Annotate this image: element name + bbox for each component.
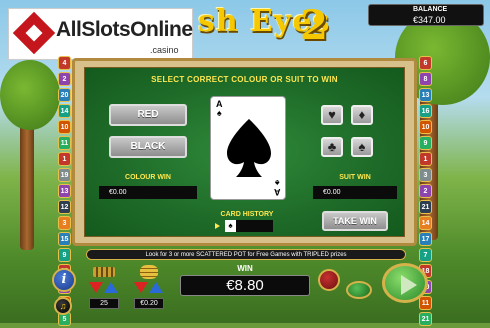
red-button[interactable]: RED [109,104,187,126]
payline-indicator[interactable]: 16 [419,104,432,118]
lines-icon [93,267,115,277]
card-corner-bottom: A ♠ [273,178,281,197]
spades-button[interactable]: ♠ [351,137,373,157]
colour-win-label: COLOUR WIN [125,174,171,181]
playing-card: A ♠ A ♠ [210,96,286,200]
payline-indicator[interactable]: 11 [419,296,432,310]
history-card: ♠ [225,220,236,232]
payline-indicator[interactable]: 2 [58,72,71,86]
payline-indicator[interactable]: 21 [419,200,432,214]
payline-indicator[interactable]: 11 [58,136,71,150]
payline-indicator[interactable]: 3 [58,216,71,230]
payline-indicator[interactable]: 10 [419,120,432,134]
payline-indicator[interactable]: 4 [58,56,71,70]
balance-value: €347.00 [413,15,446,25]
card-suit-small: ♠ [216,108,222,118]
sound-icon: ♫ [59,301,67,311]
payline-indicator[interactable]: 1 [419,152,432,166]
tree-foliage [0,60,60,130]
payline-indicator[interactable]: 6 [419,56,432,70]
gamble-panel: SELECT CORRECT COLOUR OR SUIT TO WIN RED… [72,58,417,246]
payline-indicator[interactable]: 13 [58,184,71,198]
gamble-bag-button[interactable] [318,269,340,291]
scatter-message: Look for 3 or more SCATTERED POT for Fre… [86,249,406,260]
win-label: WIN [237,264,253,273]
spade-icon [227,119,271,177]
payline-indicator[interactable]: 8 [419,72,432,86]
colour-win-value: €0.00 [99,186,197,199]
card-corner-top: A ♠ [216,100,223,118]
logo-name: AllSlotsOnline [56,18,193,41]
take-win-button[interactable]: TAKE WIN [322,211,388,231]
payline-indicator[interactable]: 12 [58,200,71,214]
payline-indicator[interactable]: 21 [419,312,432,326]
gamble-prompt: SELECT CORRECT COLOUR OR SUIT TO WIN [151,75,338,84]
lines-stepper[interactable] [89,282,119,294]
sound-button[interactable]: ♫ [54,297,72,315]
suit-win-value: €0.00 [313,186,397,199]
history-arrow-icon [215,223,220,229]
payline-indicator[interactable]: 14 [58,104,71,118]
payline-indicator[interactable]: 20 [58,88,71,102]
hearts-button[interactable]: ♥ [321,105,343,125]
balance-label: BALANCE [413,6,448,13]
payline-indicator[interactable]: 15 [58,232,71,246]
payline-indicator[interactable]: 3 [419,168,432,182]
payline-indicator[interactable]: 17 [419,232,432,246]
black-button[interactable]: BLACK [109,136,187,158]
card-history-label: CARD HISTORY [220,211,274,218]
spin-button[interactable] [382,263,428,303]
card-suit-small: ♠ [274,178,280,188]
gamble-felt: SELECT CORRECT COLOUR OR SUIT TO WIN RED… [84,67,405,237]
lines-value: 25 [89,298,119,309]
balance-box: BALANCE €347.00 [368,4,484,26]
game-title-number: 2 [300,2,328,49]
logo-sub: .casino [150,45,179,55]
coin-value: €0.20 [134,298,164,309]
payline-indicator[interactable]: 19 [58,168,71,182]
payline-indicator[interactable]: 13 [419,88,432,102]
play-icon [401,275,417,295]
card-rank: A [273,187,281,197]
autoplay-button[interactable] [346,281,372,299]
payline-indicator[interactable]: 10 [58,120,71,134]
lines-decrease-icon[interactable] [89,282,103,293]
payline-indicator[interactable]: 9 [419,136,432,150]
card-history: ♠ [225,220,273,232]
coin-stepper[interactable] [134,282,164,294]
payline-indicator[interactable]: 1 [58,152,71,166]
clubs-button[interactable]: ♣ [321,137,343,157]
coins-icon [140,265,158,279]
lines-increase-icon[interactable] [104,282,118,293]
info-button[interactable]: i [52,268,76,292]
suit-win-label: SUIT WIN [339,174,371,181]
coin-decrease-icon[interactable] [134,282,148,293]
win-value: €8.80 [180,275,310,296]
payline-indicator[interactable]: 7 [419,248,432,262]
diamonds-button[interactable]: ♦ [351,105,373,125]
casino-logo: AllSlotsOnline .casino [8,8,193,60]
payline-indicator[interactable]: 2 [419,184,432,198]
payline-indicator[interactable]: 9 [58,248,71,262]
coin-increase-icon[interactable] [149,282,163,293]
payline-indicator[interactable]: 14 [419,216,432,230]
